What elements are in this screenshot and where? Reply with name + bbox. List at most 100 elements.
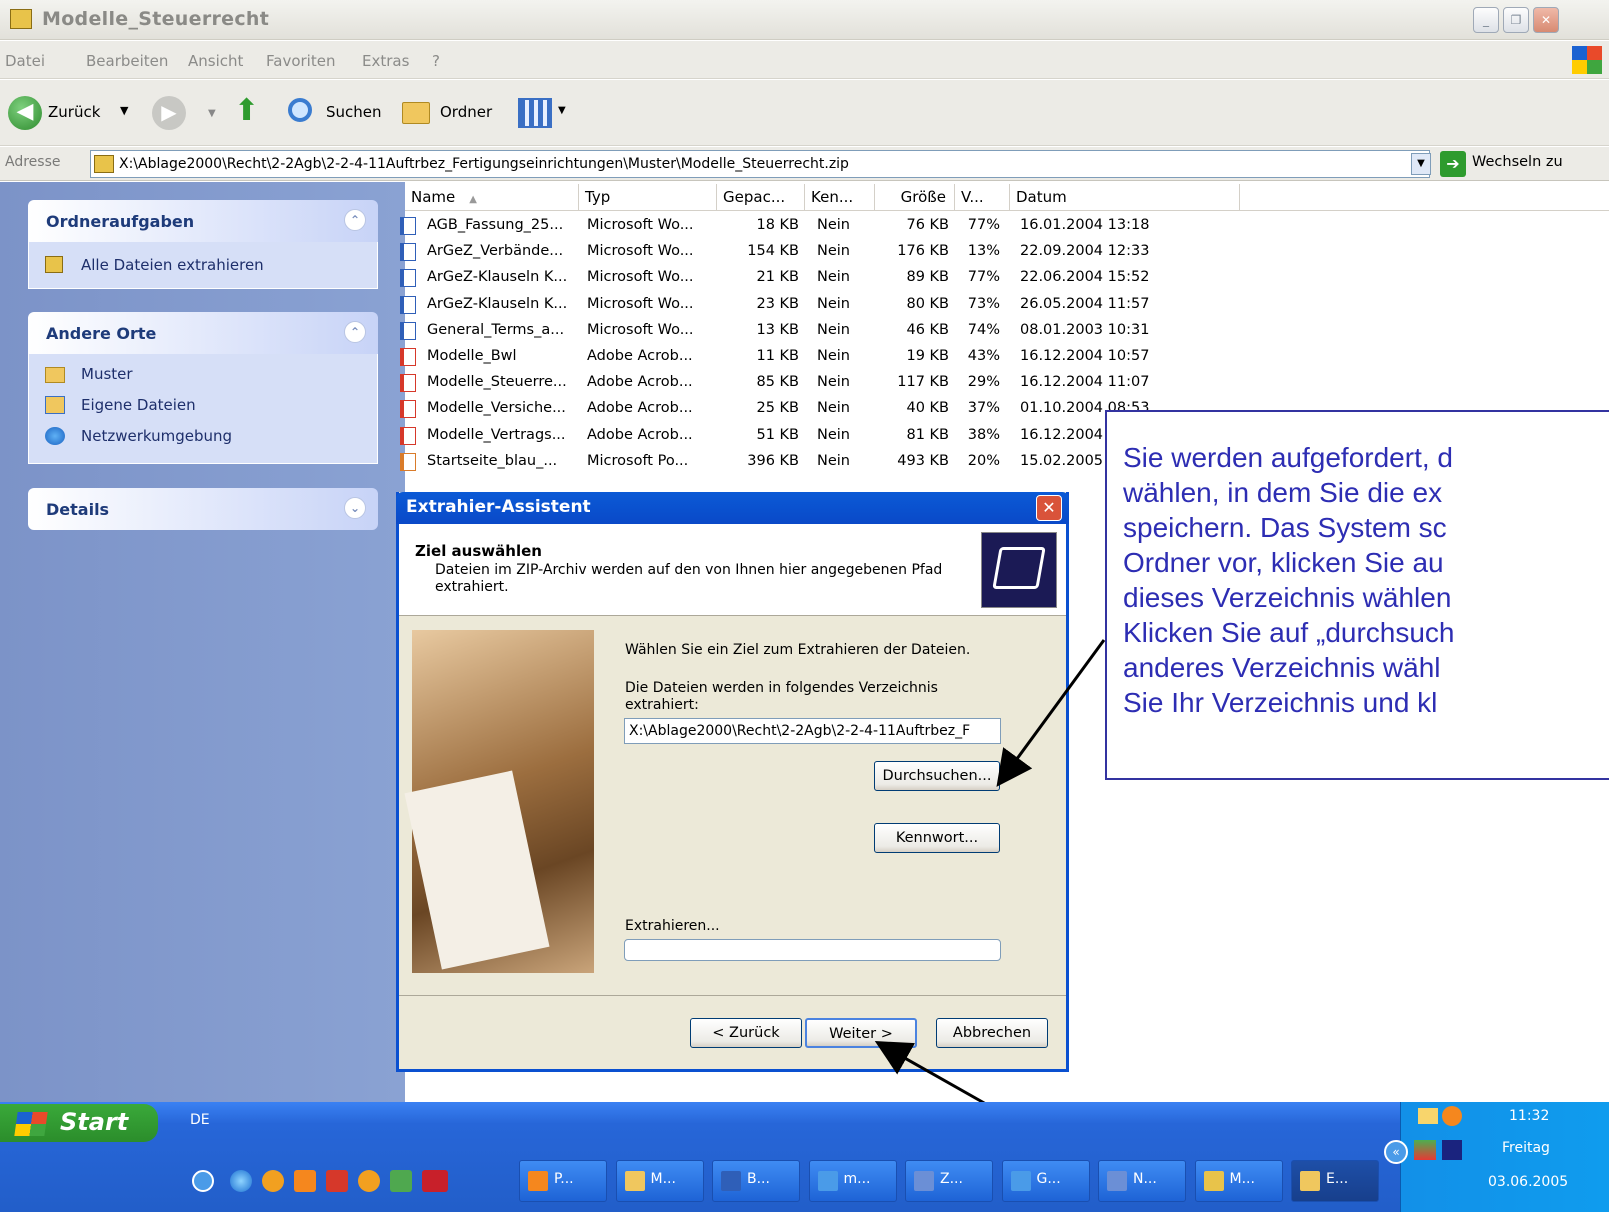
internet-explorer-icon[interactable]	[230, 1170, 252, 1192]
cell-packed: 13 KB	[756, 321, 799, 338]
taskbar-button[interactable]: Z...	[905, 1160, 993, 1202]
menu-help[interactable]: ?	[432, 52, 440, 70]
table-row[interactable]: General_Terms_a... Microsoft Wo... 13 KB Ne…	[398, 319, 1238, 343]
mail-icon[interactable]	[1418, 1108, 1438, 1124]
panel-header-andere-orte[interactable]: Andere Orte ⌃	[28, 312, 378, 354]
menu-ansicht[interactable]: Ansicht	[188, 52, 243, 70]
zip-folder-icon	[94, 155, 114, 173]
taskbar-button-label: M...	[1229, 1171, 1255, 1187]
column-header-ratio[interactable]: V...	[955, 184, 1010, 210]
chevron-down-icon: ▼	[120, 104, 129, 117]
callout-line: wählen, in dem Sie die ex	[1123, 477, 1443, 508]
taskbar-button[interactable]: P...	[519, 1160, 607, 1202]
address-input[interactable]: X:\Ablage2000\Recht\2-2Agb\2-2-4-11Auftr…	[90, 150, 1430, 178]
back-wizard-button[interactable]: < Zurück	[690, 1018, 802, 1048]
start-button[interactable]: Start	[0, 1104, 158, 1142]
cell-pw: Nein	[817, 426, 850, 443]
forward-button[interactable]: ▶	[152, 96, 186, 130]
wizard-folder-outline	[992, 547, 1046, 589]
cell-type: Microsoft Wo...	[587, 295, 694, 312]
dialog-close-button[interactable]: ✕	[1036, 495, 1062, 521]
taskbar-app-icon	[817, 1171, 838, 1191]
database-icon[interactable]	[422, 1170, 448, 1192]
language-indicator[interactable]: DE	[190, 1112, 210, 1128]
place-link-eigene-dateien[interactable]: Eigene Dateien	[81, 396, 196, 414]
clock-icon[interactable]	[1442, 1106, 1462, 1126]
tray-app-icon[interactable]	[1442, 1140, 1462, 1160]
table-row[interactable]: ArGeZ_Verbände... Microsoft Wo... 154 KB Ne…	[398, 240, 1238, 264]
column-header-password[interactable]: Ken...	[805, 184, 875, 210]
folders-button[interactable]: Ordner	[402, 96, 502, 130]
cell-date: 22.06.2004 15:52	[1020, 269, 1150, 286]
browse-button[interactable]: Durchsuchen...	[874, 761, 1000, 791]
restore-button[interactable]: ❐	[1503, 7, 1529, 33]
taskbar-button[interactable]: M...	[615, 1160, 704, 1202]
folder-icon	[402, 102, 430, 124]
menu-extras[interactable]: Extras	[362, 52, 409, 70]
menu-bearbeiten[interactable]: Bearbeiten	[86, 52, 168, 70]
taskbar-button[interactable]: B...	[712, 1160, 800, 1202]
go-arrow-icon[interactable]: ➔	[1440, 151, 1466, 177]
address-dropdown-chevron-icon[interactable]: ▼	[1411, 153, 1431, 175]
back-label: Zurück	[48, 103, 101, 121]
window-title: Modelle_Steuerrecht	[42, 8, 270, 30]
taskbar-button[interactable]: m...	[808, 1160, 897, 1202]
search-button[interactable]: Suchen	[288, 96, 388, 130]
clock-time[interactable]: 11:32	[1509, 1108, 1549, 1124]
quicklaunch-icon-1[interactable]	[192, 1170, 214, 1192]
taskbar-button[interactable]: N...	[1098, 1160, 1186, 1202]
media-player-icon[interactable]	[262, 1170, 284, 1192]
password-button[interactable]: Kennwort...	[874, 823, 1000, 853]
progress-bar	[624, 939, 1001, 961]
pdf-file-icon	[400, 426, 416, 445]
acrobat-icon[interactable]	[326, 1170, 348, 1192]
taskbar-button[interactable]: M...	[1194, 1160, 1283, 1202]
close-button[interactable]: ✕	[1533, 7, 1559, 33]
pdf-file-icon	[400, 348, 416, 366]
destination-input[interactable]: X:\Ablage2000\Recht\2-2Agb\2-2-4-11Auftr…	[624, 718, 1001, 744]
expand-chevron-icon[interactable]: ⌄	[344, 497, 366, 519]
column-header-name[interactable]: Name ▲	[405, 184, 579, 210]
column-header-packed[interactable]: Gepac...	[717, 184, 805, 210]
address-label: Adresse	[5, 154, 61, 170]
next-button[interactable]: Weiter >	[805, 1018, 917, 1048]
network-tray-icon[interactable]	[1414, 1140, 1436, 1160]
taskbar-button[interactable]: E...	[1291, 1160, 1379, 1202]
table-row[interactable]: ArGeZ-Klauseln K... Microsoft Wo... 21 KB N…	[398, 266, 1238, 290]
clock-app-icon[interactable]	[294, 1170, 316, 1192]
panel-header-details[interactable]: Details ⌄	[28, 488, 378, 530]
app-icon[interactable]	[390, 1170, 412, 1192]
tray-expand-icon[interactable]: «	[1384, 1140, 1408, 1164]
views-button[interactable]: ▼	[518, 96, 570, 130]
collapse-chevron-icon[interactable]: ⌃	[344, 209, 366, 231]
column-header-date[interactable]: Datum	[1010, 184, 1240, 210]
menu-datei[interactable]: Datei	[5, 52, 45, 70]
back-button[interactable]: ◀ Zurück ▼	[8, 94, 142, 132]
table-row[interactable]: ArGeZ-Klauseln K... Microsoft Wo... 23 KB N…	[398, 293, 1238, 317]
column-header-size[interactable]: Größe	[875, 184, 955, 210]
media-icon[interactable]	[358, 1170, 380, 1192]
place-link-muster[interactable]: Muster	[81, 365, 133, 383]
sort-ascending-icon: ▲	[469, 194, 477, 205]
table-row[interactable]: AGB_Fassung_25... Microsoft Wo... 18 KB Nei…	[398, 214, 1238, 238]
pdf-file-icon	[400, 374, 416, 393]
cell-pw: Nein	[817, 452, 850, 469]
column-header-type[interactable]: Typ	[579, 184, 717, 210]
extract-all-link[interactable]: Alle Dateien extrahieren	[81, 256, 264, 274]
taskbar-button-label: m...	[843, 1171, 871, 1187]
panel-header-ordneraufgaben[interactable]: Ordneraufgaben ⌃	[28, 200, 378, 242]
table-row[interactable]: Modelle_Steuerre... Adobe Acrob... 85 KB Ne…	[398, 371, 1238, 395]
place-link-netzwerkumgebung[interactable]: Netzwerkumgebung	[81, 427, 232, 445]
folder-up-icon[interactable]: ⬆	[234, 94, 266, 128]
cell-ratio: 37%	[967, 400, 1000, 417]
collapse-chevron-icon[interactable]: ⌃	[344, 321, 366, 343]
table-row[interactable]: Modelle_Bwl Adobe Acrob... 11 KB Nein 19 KB 4…	[398, 345, 1238, 369]
go-label[interactable]: Wechseln zu	[1472, 154, 1563, 170]
cell-size: 80 KB	[906, 295, 949, 312]
minimize-button[interactable]: _	[1473, 7, 1499, 33]
cancel-button[interactable]: Abbrechen	[936, 1018, 1048, 1048]
taskbar-button[interactable]: G...	[1001, 1160, 1090, 1202]
cell-type: Microsoft Wo...	[587, 321, 694, 338]
menu-favoriten[interactable]: Favoriten	[266, 52, 335, 70]
cell-packed: 23 KB	[756, 295, 799, 312]
